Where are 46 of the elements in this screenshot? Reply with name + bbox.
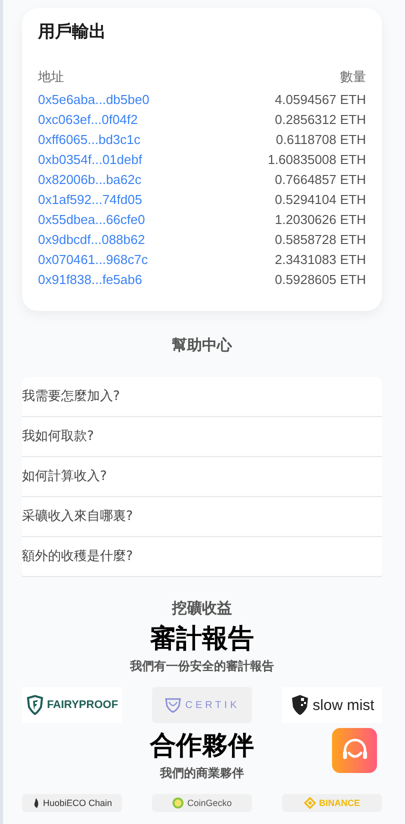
address-link[interactable]: 0x91f838...fe5ab6 bbox=[38, 272, 142, 286]
column-header: 地址 bbox=[38, 69, 64, 86]
amount-text: 0.5294104 ETH bbox=[274, 192, 366, 206]
logo-text: CoinGecko bbox=[187, 798, 232, 808]
faq-item[interactable]: 我如何取款? bbox=[22, 417, 382, 457]
logo-text: HuobiECO Chain bbox=[42, 798, 112, 808]
section-title: 挖礦收益 bbox=[170, 599, 233, 618]
support-button[interactable] bbox=[332, 728, 377, 773]
faq-item[interactable]: 如何計算收入? bbox=[22, 457, 382, 497]
diamond-icon bbox=[304, 797, 316, 809]
coin-icon bbox=[172, 797, 184, 809]
section-title: 幫助中心 bbox=[171, 336, 234, 355]
amount-text: 0.5928605 ETH bbox=[274, 272, 366, 286]
heading: 合作夥伴 bbox=[150, 730, 254, 763]
heading: 審計報告 bbox=[150, 623, 254, 656]
address-link[interactable]: 0xff6065...bd3c1c bbox=[38, 132, 140, 146]
address-link[interactable]: 0xc063ef...0f04f2 bbox=[38, 112, 138, 126]
logo-text: FAIRYPROOF bbox=[46, 699, 118, 711]
subtitle: 我們有一份安全的審計報告 bbox=[128, 658, 275, 675]
amount-text: 1.60835008 ETH bbox=[268, 152, 366, 166]
amount-text: 1.2030626 ETH bbox=[274, 212, 366, 226]
address-link[interactable]: 0x55dbea...66cfe0 bbox=[38, 212, 145, 226]
address-link[interactable]: 0x1af592...74fd05 bbox=[38, 192, 142, 206]
shield-icon bbox=[164, 697, 182, 713]
shield-icon bbox=[290, 694, 310, 716]
address-link[interactable]: 0x82006b...ba62c bbox=[38, 172, 142, 186]
logo-text: BINANCE bbox=[318, 798, 360, 808]
card-title: 用戶輸出 bbox=[38, 21, 107, 43]
amount-text: 4.0594567 ETH bbox=[274, 92, 366, 106]
address-link[interactable]: 0x5e6aba...db5be0 bbox=[38, 92, 150, 106]
faq-item[interactable]: 我需要怎麼加入? bbox=[22, 377, 382, 417]
amount-text: 0.2856312 ETH bbox=[274, 112, 366, 126]
column-header: 數量 bbox=[340, 69, 366, 86]
amount-text: 0.6118708 ETH bbox=[276, 132, 366, 146]
amount-text: 0.7664857 ETH bbox=[274, 172, 366, 186]
shield-icon bbox=[26, 695, 44, 715]
address-link[interactable]: 0xb0354f...01debf bbox=[38, 152, 142, 166]
subtitle: 我們的商業夥伴 bbox=[158, 765, 245, 782]
address-link[interactable]: 0x070461...968c7c bbox=[38, 252, 148, 266]
amount-text: 0.5858728 ETH bbox=[274, 232, 366, 246]
faq-item[interactable]: 額外的收穫是什麼? bbox=[22, 537, 382, 577]
amount-text: 2.3431083 ETH bbox=[274, 252, 366, 266]
address-link[interactable]: 0x9dbcdf...088b62 bbox=[38, 232, 145, 246]
logo-text: CERTIK bbox=[185, 700, 240, 710]
logo-text: slow mist bbox=[312, 696, 374, 714]
faq-item[interactable]: 采礦收入來自哪裏? bbox=[22, 497, 382, 537]
